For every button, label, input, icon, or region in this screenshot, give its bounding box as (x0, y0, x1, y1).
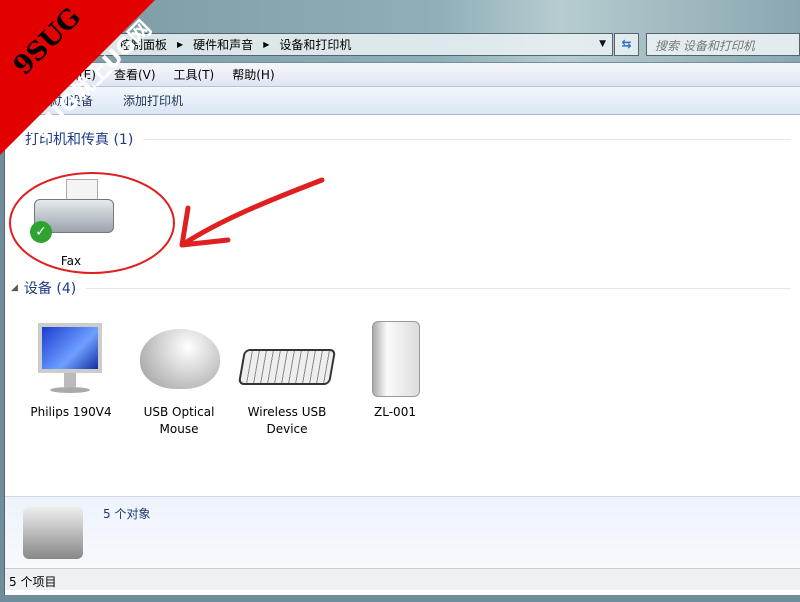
red-arrow-annotation (179, 177, 325, 248)
red-circle-annotation (9, 172, 175, 274)
